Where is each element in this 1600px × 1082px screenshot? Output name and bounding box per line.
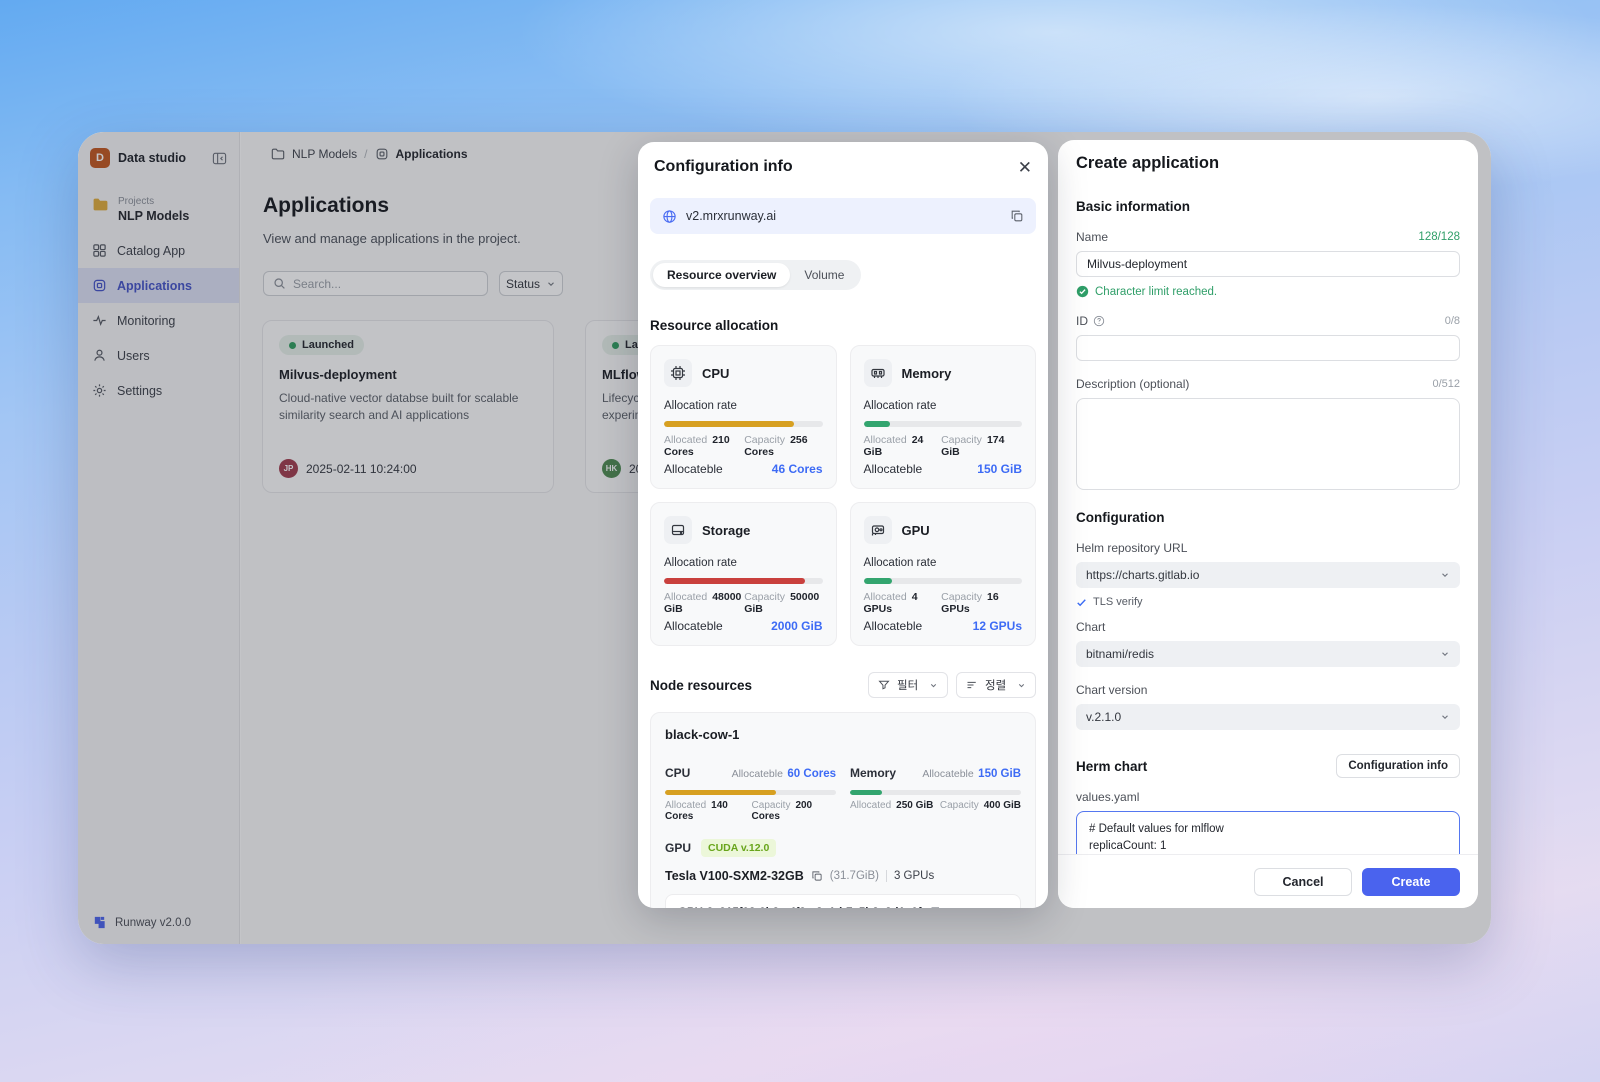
- resource-card-memory: Memory Allocation rate Allocated24 GiBCa…: [850, 345, 1037, 489]
- tls-verify-label: TLS verify: [1093, 596, 1143, 608]
- gpu-allocatable-value: 12 GPUs: [973, 619, 1022, 633]
- resource-card-gpu: GPU Allocation rate Allocated4 GPUsCapac…: [850, 502, 1037, 646]
- char-limit-message: Character limit reached.: [1095, 286, 1217, 298]
- storage-allocation-bar: [664, 578, 823, 584]
- node-name: black-cow-1: [665, 727, 1021, 742]
- check-icon[interactable]: [1076, 597, 1087, 608]
- sort-icon: [966, 679, 978, 691]
- application-url-bar: v2.mrxrunway.ai: [650, 198, 1036, 234]
- gpu-icon: [864, 516, 892, 544]
- helm-url-value: https://charts.gitlab.io: [1086, 568, 1199, 582]
- copy-icon[interactable]: [811, 870, 823, 882]
- chevron-down-icon: [1017, 681, 1026, 690]
- helm-url-label: Helm repository URL: [1076, 541, 1187, 555]
- node-memory-bar: [850, 790, 1021, 795]
- panel-title: Create application: [1076, 154, 1460, 173]
- configuration-info-button[interactable]: Configuration info: [1336, 754, 1460, 778]
- name-value: Milvus-deployment: [1087, 257, 1187, 271]
- divider: [886, 870, 887, 882]
- resource-name: CPU: [702, 366, 729, 381]
- sort-dropdown[interactable]: 정렬: [956, 672, 1036, 698]
- helm-url-select[interactable]: https://charts.gitlab.io: [1076, 562, 1460, 588]
- modal-tabs: Resource overview Volume: [650, 260, 861, 290]
- globe-icon: [662, 209, 677, 224]
- herm-chart-heading: Herm chart: [1076, 759, 1147, 774]
- id-char-count: 0/8: [1445, 315, 1460, 327]
- cpu-icon: [664, 359, 692, 387]
- cpu-allocatable-value: 46 Cores: [772, 462, 823, 476]
- create-button[interactable]: Create: [1362, 868, 1460, 896]
- check-circle-icon: [1076, 285, 1089, 298]
- storage-allocatable-value: 2000 GiB: [771, 619, 822, 633]
- memory-icon: [864, 359, 892, 387]
- gpu-memory: (31.7GiB): [830, 870, 879, 882]
- tab-resource-overview[interactable]: Resource overview: [653, 263, 790, 287]
- gpu-count: 3 GPUs: [894, 870, 934, 882]
- gpu-model-name: Tesla V100-SXM2-32GB: [665, 869, 804, 883]
- basic-information-heading: Basic information: [1076, 199, 1460, 214]
- gpu-uuid: GPU-2e915f02-6b3a-4f9e-8c1d-7a5b3c2d1e0f: [678, 907, 922, 909]
- application-url: v2.mrxrunway.ai: [686, 209, 1001, 223]
- name-char-count: 128/128: [1418, 231, 1460, 243]
- filter-label: 필터: [897, 677, 918, 693]
- configuration-info-modal: Configuration info ✕ v2.mrxrunway.ai Res…: [638, 142, 1048, 908]
- description-field[interactable]: [1076, 398, 1460, 490]
- chevron-down-icon: [929, 681, 938, 690]
- help-icon[interactable]: [1093, 315, 1105, 327]
- chart-version-label: Chart version: [1076, 683, 1147, 697]
- app-window: D Data studio Projects NLP Models Catalo…: [78, 132, 1491, 944]
- storage-icon: [664, 516, 692, 544]
- allocation-rate-label: Allocation rate: [864, 400, 1023, 412]
- close-icon[interactable]: ✕: [1018, 159, 1032, 176]
- name-label: Name: [1076, 230, 1108, 244]
- node-resources-heading: Node resources: [650, 678, 752, 693]
- resource-name: Memory: [902, 366, 952, 381]
- resource-allocation-heading: Resource allocation: [650, 318, 1036, 333]
- cancel-button[interactable]: Cancel: [1254, 868, 1352, 896]
- chart-version-value: v.2.1.0: [1086, 710, 1121, 724]
- resource-name: GPU: [902, 523, 930, 538]
- id-field[interactable]: [1076, 335, 1460, 361]
- tab-volume[interactable]: Volume: [790, 263, 858, 287]
- node-cpu-bar: [665, 790, 836, 795]
- resource-grid: CPU Allocation rate Allocated210 CoresCa…: [650, 345, 1036, 646]
- panel-footer: Cancel Create: [1058, 854, 1478, 908]
- resource-card-cpu: CPU Allocation rate Allocated210 CoresCa…: [650, 345, 837, 489]
- create-application-panel: Create application Basic information Nam…: [1058, 140, 1478, 908]
- filter-dropdown[interactable]: 필터: [868, 672, 948, 698]
- chart-value: bitnami/redis: [1086, 647, 1154, 661]
- resource-card-storage: Storage Allocation rate Allocated48000 G…: [650, 502, 837, 646]
- chart-version-select[interactable]: v.2.1.0: [1076, 704, 1460, 730]
- chart-label: Chart: [1076, 620, 1105, 634]
- gpu-detail-card: GPU-2e915f02-6b3a-4f9e-8c1d-7a5b3c2d1e0f…: [665, 894, 1021, 908]
- resource-name: Storage: [702, 523, 750, 538]
- chart-select[interactable]: bitnami/redis: [1076, 641, 1460, 667]
- cuda-version-badge: CUDA v.12.0: [701, 839, 776, 857]
- allocation-rate-label: Allocation rate: [664, 557, 823, 569]
- cpu-allocation-bar: [664, 421, 823, 427]
- node-card-black-cow-1: black-cow-1 CPUAllocateble 60 Cores Allo…: [650, 712, 1036, 908]
- node-memory-column: MemoryAllocateble 150 GiB Allocated250 G…: [850, 764, 1021, 822]
- name-field[interactable]: Milvus-deployment: [1076, 251, 1460, 277]
- sort-label: 정렬: [985, 677, 1006, 693]
- id-label: ID: [1076, 314, 1105, 328]
- values-yaml-label: values.yaml: [1076, 790, 1139, 804]
- funnel-icon: [878, 679, 890, 691]
- gpu-section-label: GPU: [665, 841, 691, 855]
- chevron-down-icon: [1440, 649, 1450, 659]
- configuration-heading: Configuration: [1076, 510, 1460, 525]
- chevron-down-icon: [1440, 712, 1450, 722]
- description-char-count: 0/512: [1432, 378, 1460, 390]
- modal-title: Configuration info: [654, 158, 793, 176]
- description-label: Description (optional): [1076, 377, 1189, 391]
- memory-allocatable-value: 150 GiB: [977, 462, 1022, 476]
- chevron-down-icon: [1440, 570, 1450, 580]
- allocation-rate-label: Allocation rate: [664, 400, 823, 412]
- memory-allocation-bar: [864, 421, 1023, 427]
- gpu-allocation-bar: [864, 578, 1023, 584]
- copy-icon[interactable]: [930, 906, 943, 908]
- node-cpu-column: CPUAllocateble 60 Cores Allocated140 Cor…: [665, 764, 836, 822]
- allocation-rate-label: Allocation rate: [864, 557, 1023, 569]
- copy-icon[interactable]: [1010, 209, 1024, 223]
